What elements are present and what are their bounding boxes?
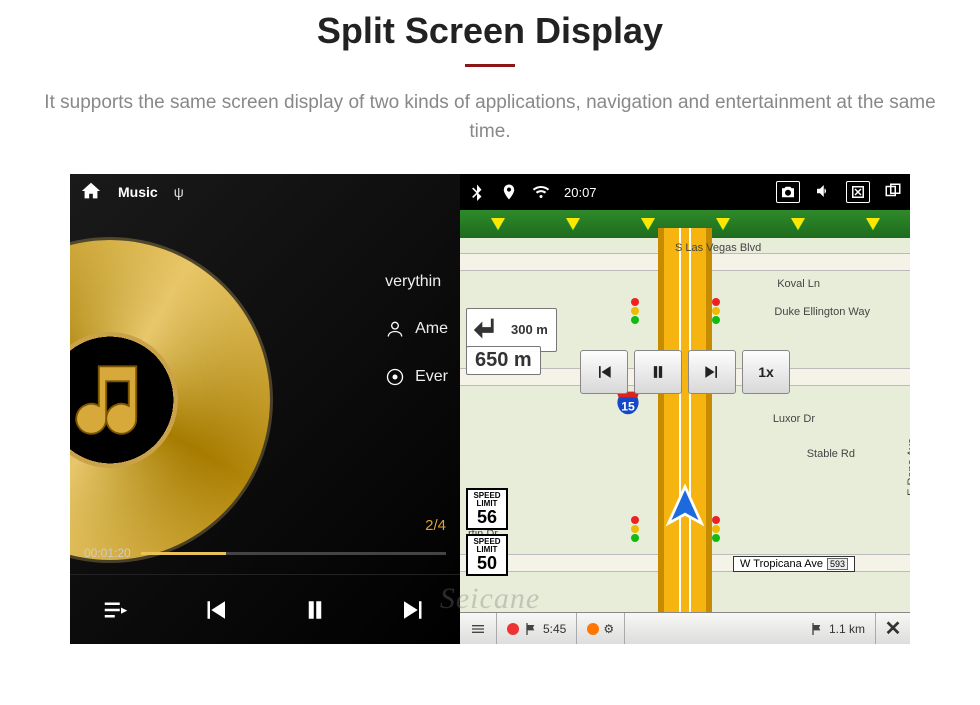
lane-arrow-icon [791,218,805,230]
traffic-light-icon [631,298,641,324]
artist-name: Ame [415,320,448,338]
track-meta: verythin Ame Ever [385,245,448,415]
turn-total: 650 m [466,346,541,375]
music-body: verythin Ame Ever 2/4 00:01:20 [70,210,460,574]
turn-left-icon [471,313,505,347]
music-controls [70,574,460,644]
close-window-icon[interactable] [846,181,870,203]
bluetooth-icon [468,183,486,201]
flag-icon [809,621,825,637]
lane-arrow-icon [866,218,880,230]
lane-arrow-icon [716,218,730,230]
sim-pause-button[interactable] [634,350,682,394]
speed-limit-label: SPEED LIMIT [468,492,506,508]
street-label: Luxor Dr [773,413,815,425]
page-title: Split Screen Display [0,10,980,52]
location-icon [500,183,518,201]
previous-button[interactable] [189,584,241,636]
remaining-distance: 1.1 km [829,622,865,636]
footer-distance: 1.1 km [799,613,876,644]
lane-arrow-icon [566,218,580,230]
speed-limit-value: 56 [468,508,506,526]
eta-time: 5:45 [543,622,566,636]
lane-arrow-icon [491,218,505,230]
simulation-controls: 1x [580,350,790,394]
music-pane: Music ψ verythin Ame [70,174,460,644]
progress-row: 00:01:20 [84,546,446,560]
svg-text:15: 15 [621,399,635,413]
artist-row: Ame [385,319,448,339]
footer-traffic-button[interactable]: ⚙ [577,613,625,644]
person-icon [385,319,405,339]
progress-bar[interactable] [141,552,446,555]
speed-limit-sign: SPEED LIMIT 50 [466,534,508,576]
nav-status-bar: 20:07 [460,174,910,210]
home-icon[interactable] [80,180,102,205]
map-canvas[interactable]: 15 S Las Vegas Blvd Koval Ln Duke Elling… [460,238,910,612]
traffic-light-icon [712,516,722,542]
track-title: verythin [385,273,441,291]
turn-next-distance: 300 m [511,323,548,337]
split-screen-device: Music ψ verythin Ame [70,174,910,644]
usb-icon: ψ [174,184,184,200]
vehicle-cursor-icon [663,483,707,532]
music-status-bar: Music ψ [70,174,460,210]
track-title-row: verythin [385,273,448,291]
flag-icon [523,621,539,637]
time-elapsed: 00:01:20 [84,546,131,560]
turn-total-distance: 650 m [475,349,532,372]
next-button[interactable] [388,584,440,636]
street-label: Koval Ln [777,278,820,290]
promo-page: Split Screen Display It supports the sam… [0,0,980,705]
traffic-light-icon [712,298,722,324]
progress-fill [141,552,226,555]
disc-icon [385,367,405,387]
multitask-icon[interactable] [884,182,902,203]
track-counter: 2/4 [425,517,446,534]
sim-next-button[interactable] [688,350,736,394]
album-row: Ever [385,367,448,387]
speed-limit-sign: SPEED LIMIT 56 [466,488,508,530]
street-label: S Las Vegas Blvd [675,242,761,254]
volume-icon[interactable] [814,182,832,203]
page-subtitle: It supports the same screen display of t… [0,89,980,174]
street-sign: W Tropicana Ave 593 [733,556,855,572]
traffic-dot-icon [587,623,599,635]
wifi-icon [532,183,550,201]
traffic-light-icon [631,516,641,542]
route-badge: 593 [827,558,848,570]
traffic-icon: ⚙ [603,622,614,636]
eta-dot-icon [507,623,519,635]
road-main [658,228,712,622]
clock-time: 20:07 [564,185,597,200]
street-label: E Reno Ave [906,438,910,496]
pause-button[interactable] [289,584,341,636]
music-note-icon [70,355,155,445]
street-label: Stable Rd [807,448,855,460]
sim-prev-button[interactable] [580,350,628,394]
menu-icon [470,621,486,637]
album-name: Ever [415,368,448,386]
navigation-pane: 20:07 15 [460,174,910,644]
lane-arrow-icon [641,218,655,230]
speed-limit-label: SPEED LIMIT [468,538,506,554]
footer-close-button[interactable]: ✕ [876,616,910,641]
street-label: Duke Ellington Way [774,306,870,318]
footer-menu-button[interactable] [460,613,497,644]
street-label: W Tropicana Ave [740,558,823,570]
nav-footer: 5:45 ⚙ 1.1 km ✕ [460,612,910,644]
sim-speed-button[interactable]: 1x [742,350,790,394]
playlist-button[interactable] [90,584,142,636]
footer-eta: 5:45 [497,613,577,644]
album-disc [70,240,270,560]
screenshot-icon[interactable] [776,181,800,203]
speed-limit-value: 50 [468,554,506,572]
title-underline [465,64,515,67]
music-app-label: Music [118,184,158,200]
